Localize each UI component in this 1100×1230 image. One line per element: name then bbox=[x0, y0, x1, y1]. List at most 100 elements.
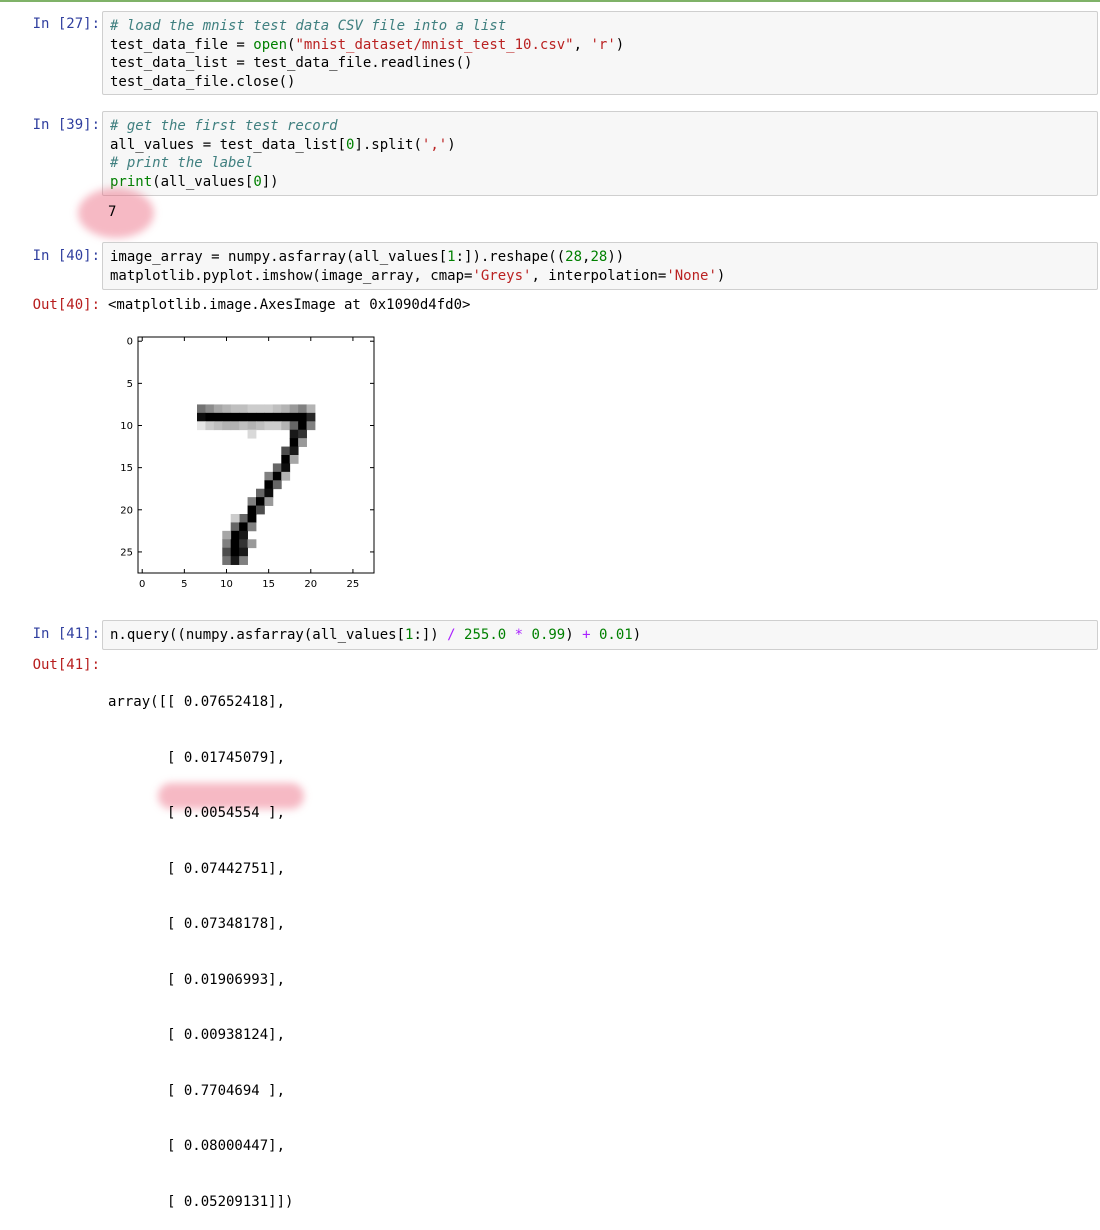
image-pixel bbox=[247, 514, 257, 523]
image-pixel bbox=[264, 480, 274, 490]
input-prompt-40: In [40]: bbox=[32, 248, 100, 264]
y-tick-label: 15 bbox=[120, 463, 133, 474]
image-pixel bbox=[298, 421, 307, 431]
input-prompt-27: In [27]: bbox=[32, 16, 100, 32]
image-pixel bbox=[256, 488, 265, 498]
image-pixel bbox=[272, 412, 282, 422]
code-line: test_data_list = test_data_file.readline… bbox=[110, 55, 473, 71]
image-pixel bbox=[264, 421, 274, 431]
code-token: all_values = test_data_list[ bbox=[110, 136, 347, 153]
image-pixel bbox=[289, 429, 299, 439]
image-pixel bbox=[205, 412, 215, 422]
cell-output-41: array([[ 0.07652418], [ 0.01745079], [ 0… bbox=[108, 656, 293, 1230]
image-pixel bbox=[247, 522, 257, 532]
plot-background bbox=[138, 337, 374, 573]
output-prompt-41: Out[41]: bbox=[32, 657, 100, 673]
code-token: :]) bbox=[413, 627, 448, 643]
image-pixel bbox=[205, 404, 215, 414]
image-pixel bbox=[264, 404, 274, 414]
y-tick-label: 25 bbox=[120, 547, 133, 558]
code-line: n.query((numpy.asfarray(all_values[1:]) … bbox=[110, 626, 1097, 645]
image-pixel bbox=[289, 412, 299, 422]
image-pixel bbox=[298, 404, 307, 414]
image-pixel bbox=[197, 412, 206, 422]
code-line: # print the label bbox=[110, 154, 1097, 173]
code-comment: # load the mnist test data CSV file into… bbox=[110, 18, 507, 34]
code-cell-39[interactable]: # get the first test record all_values =… bbox=[102, 111, 1098, 196]
code-cell-41[interactable]: n.query((numpy.asfarray(all_values[1:]) … bbox=[102, 620, 1098, 650]
image-pixel bbox=[222, 539, 232, 549]
number-token: 0.99 bbox=[531, 627, 566, 643]
image-pixel bbox=[213, 421, 223, 431]
image-pixel bbox=[298, 438, 307, 447]
y-tick-label: 20 bbox=[120, 505, 133, 516]
image-pixel bbox=[256, 497, 265, 506]
image-pixel bbox=[247, 421, 257, 431]
notebook-top-border bbox=[0, 0, 1100, 2]
image-pixel bbox=[281, 421, 291, 431]
x-tick-label: 25 bbox=[347, 579, 360, 590]
number-token: 28 bbox=[590, 249, 608, 265]
code-token: ) bbox=[716, 267, 726, 284]
image-pixel bbox=[230, 556, 240, 565]
image-pixel bbox=[281, 446, 291, 456]
image-pixel bbox=[272, 404, 282, 414]
operator-token: / bbox=[447, 627, 456, 643]
array-line: [ 0.05209131]]) bbox=[108, 1193, 294, 1210]
string-token: 'r' bbox=[590, 36, 616, 53]
code-token: n.query((numpy.asfarray(all_values[ bbox=[110, 627, 406, 643]
cell-output-39: 7 bbox=[108, 204, 117, 220]
code-token: , interpolation= bbox=[531, 267, 667, 284]
image-pixel bbox=[239, 514, 248, 523]
image-pixel bbox=[264, 488, 274, 498]
image-pixel bbox=[230, 412, 240, 422]
image-pixel bbox=[272, 421, 282, 431]
y-tick-label: 0 bbox=[127, 337, 133, 348]
image-pixel bbox=[247, 429, 257, 439]
operator-token: + bbox=[582, 627, 591, 643]
mnist-digit-plot: 0 5 10 15 20 25 0 5 10 15 20 25 bbox=[120, 336, 375, 590]
code-cell-40[interactable]: image_array = numpy.asfarray(all_values[… bbox=[102, 242, 1098, 290]
builtin-token: open bbox=[253, 36, 288, 53]
image-pixel bbox=[197, 404, 206, 414]
image-pixel bbox=[239, 530, 248, 540]
image-pixel bbox=[289, 421, 299, 431]
string-token: ',' bbox=[421, 136, 448, 153]
image-pixel bbox=[247, 505, 257, 515]
image-pixel bbox=[264, 497, 274, 506]
code-line: # get the first test record bbox=[110, 117, 1097, 136]
code-line: print(all_values[0]) bbox=[110, 173, 1097, 192]
image-pixel bbox=[230, 404, 240, 414]
image-pixel bbox=[247, 539, 257, 549]
image-pixel bbox=[281, 463, 291, 473]
image-pixel bbox=[239, 539, 248, 549]
operator-token: * bbox=[514, 627, 524, 643]
code-token: matplotlib.pyplot.imshow(image_array, cm… bbox=[110, 267, 473, 284]
code-cell-27[interactable]: # load the mnist test data CSV file into… bbox=[102, 11, 1098, 95]
image-pixel bbox=[239, 556, 248, 565]
image-pixel bbox=[230, 514, 240, 523]
image-pixel bbox=[281, 455, 291, 464]
code-token: ) bbox=[447, 136, 456, 153]
image-pixel bbox=[306, 404, 316, 414]
image-pixel bbox=[230, 539, 240, 549]
code-token: :]).reshape(( bbox=[455, 249, 566, 265]
code-line: matplotlib.pyplot.imshow(image_array, cm… bbox=[110, 267, 1097, 286]
image-pixel bbox=[239, 547, 248, 557]
x-tick-label: 10 bbox=[220, 579, 233, 590]
image-pixel bbox=[222, 556, 232, 565]
y-tick-label: 5 bbox=[127, 379, 133, 390]
image-pixel bbox=[256, 412, 265, 422]
x-tick-label: 15 bbox=[262, 579, 275, 590]
string-token: 'None' bbox=[666, 267, 717, 284]
image-pixel bbox=[230, 530, 240, 540]
image-pixel bbox=[222, 530, 232, 540]
image-pixel bbox=[289, 455, 299, 464]
string-token: 'Greys' bbox=[472, 267, 532, 284]
code-line: image_array = numpy.asfarray(all_values[… bbox=[110, 248, 1097, 267]
array-line: [ 0.07442751], bbox=[108, 860, 286, 877]
output-prompt-40: Out[40]: bbox=[32, 297, 100, 313]
array-line: [ 0.01745079], bbox=[108, 749, 286, 766]
